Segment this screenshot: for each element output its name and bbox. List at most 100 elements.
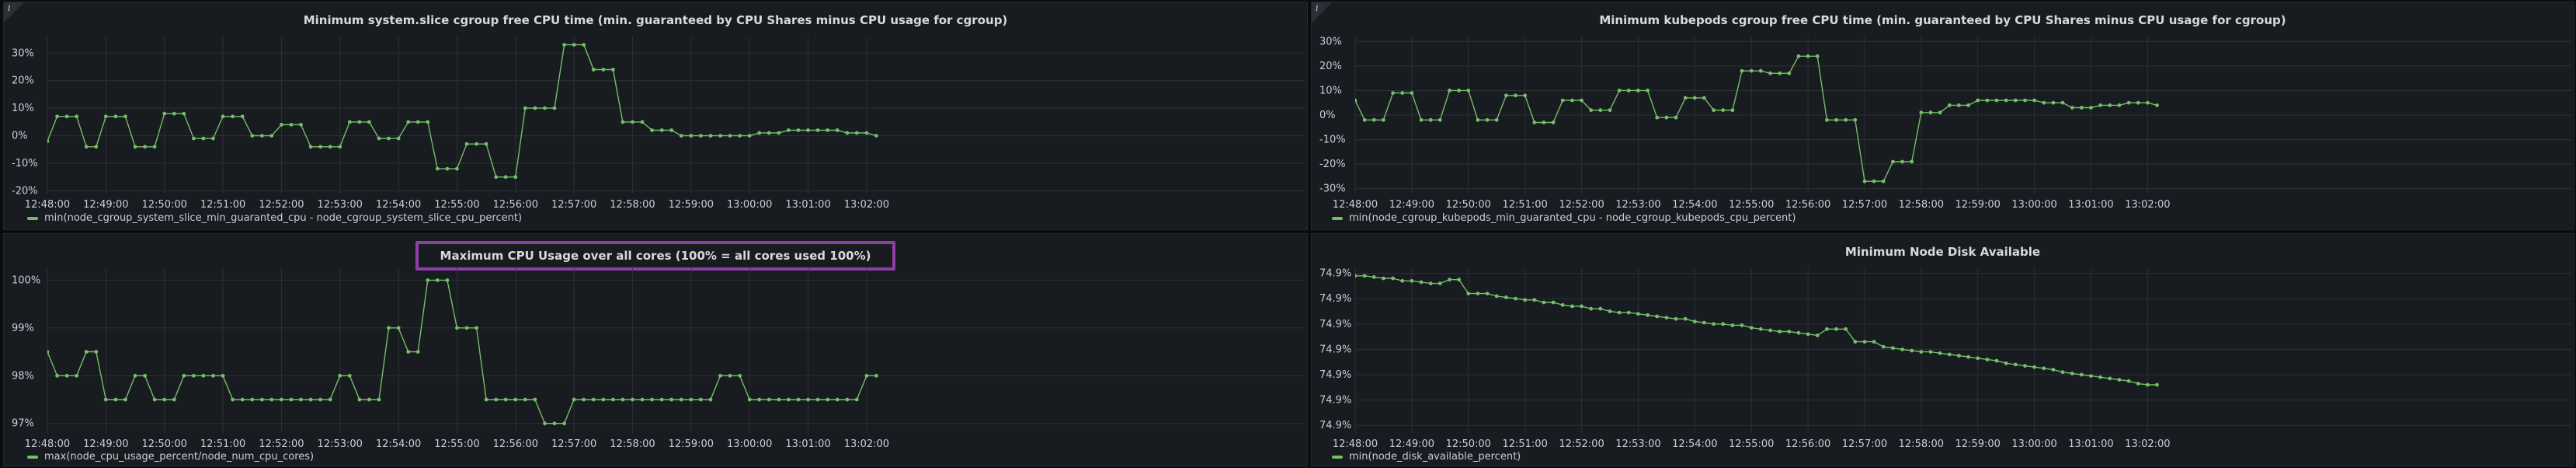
data-point xyxy=(1928,110,1933,115)
data-point xyxy=(299,123,303,127)
data-point xyxy=(659,397,664,402)
legend[interactable]: min(node_disk_available_percent) xyxy=(1332,451,1521,463)
x-tick-label: 12:57:00 xyxy=(1842,199,1887,211)
data-point xyxy=(1712,108,1716,113)
data-point xyxy=(1749,326,1754,330)
x-tick-label: 12:52:00 xyxy=(259,438,304,450)
y-tick-label: 97% xyxy=(12,418,34,430)
data-point xyxy=(1778,71,1782,75)
panel-max-cpu-usage[interactable]: Maximum CPU Usage over all cores (100% =… xyxy=(3,233,1308,466)
data-point xyxy=(357,397,362,402)
y-tick-label: 10% xyxy=(1319,85,1342,96)
data-point xyxy=(1692,96,1697,100)
data-point xyxy=(523,397,527,402)
data-point xyxy=(1382,117,1385,122)
data-point xyxy=(1542,120,1546,124)
data-point xyxy=(47,139,50,144)
data-point xyxy=(221,114,225,119)
data-point xyxy=(1362,274,1367,278)
data-point xyxy=(1740,68,1744,73)
data-point xyxy=(1787,71,1792,75)
data-point xyxy=(318,397,322,402)
data-point xyxy=(347,120,352,124)
data-point xyxy=(1646,89,1650,93)
legend[interactable]: max(node_cpu_usage_percent/node_num_cpu_… xyxy=(27,451,314,463)
data-point xyxy=(1391,276,1395,281)
data-point xyxy=(1570,98,1574,103)
data-point xyxy=(1551,300,1556,305)
x-tick-label: 12:57:00 xyxy=(1842,438,1887,450)
x-tick-label: 12:50:00 xyxy=(1446,438,1491,450)
data-point xyxy=(591,68,596,72)
data-point xyxy=(192,373,196,378)
data-point xyxy=(1419,117,1424,122)
y-tick-label: -20% xyxy=(12,185,38,197)
legend[interactable]: min(node_cgroup_system_slice_min_guarant… xyxy=(27,212,522,224)
data-point xyxy=(552,421,557,426)
data-point xyxy=(1355,98,1358,103)
legend[interactable]: min(node_cgroup_kubepods_min_guaranted_c… xyxy=(1332,212,1796,224)
data-point xyxy=(1617,89,1622,93)
data-point xyxy=(2126,100,2131,105)
data-point xyxy=(631,397,634,402)
data-point xyxy=(1928,350,1933,354)
data-point xyxy=(718,373,722,378)
x-tick-label: 12:48:00 xyxy=(25,438,70,450)
data-point xyxy=(1466,89,1471,93)
data-point xyxy=(172,111,176,116)
data-point xyxy=(757,131,762,135)
data-point xyxy=(1608,309,1612,313)
x-tick-label: 12:56:00 xyxy=(493,199,538,211)
y-tick-label: 74.9% xyxy=(1319,319,1351,330)
data-point xyxy=(1957,103,1961,107)
data-point xyxy=(1872,340,1876,344)
data-point xyxy=(699,397,703,402)
data-point xyxy=(1702,320,1706,325)
data-point xyxy=(1494,117,1499,122)
x-tick-label: 13:02:00 xyxy=(844,199,889,211)
data-point xyxy=(357,120,362,124)
chart-kubepods-cpu: -30% -20% -10% 0% 10% 20% 30% 12:48:00 12:49:00 1… xyxy=(1319,36,2572,211)
x-tick-label: 12:49:00 xyxy=(83,438,128,450)
data-point xyxy=(113,114,118,119)
data-point xyxy=(1825,327,1829,331)
x-tick-label: 12:55:00 xyxy=(1729,438,1774,450)
data-point xyxy=(669,397,674,402)
data-point xyxy=(347,373,352,378)
data-point xyxy=(2146,382,2150,387)
y-tick-label: 74.9% xyxy=(1319,369,1351,381)
x-tick-label: 12:48:00 xyxy=(25,199,70,211)
panel-system-slice-cpu[interactable]: i Minimum system.slice cgroup free CPU t… xyxy=(3,2,1308,230)
data-point xyxy=(708,134,713,138)
data-point xyxy=(2079,372,2084,377)
y-tick-label: 99% xyxy=(12,323,34,334)
data-point xyxy=(259,397,264,402)
data-point xyxy=(289,397,294,402)
data-point xyxy=(747,134,752,138)
data-point xyxy=(2108,376,2112,381)
data-point xyxy=(2004,361,2008,365)
data-point xyxy=(1910,348,1914,353)
data-point xyxy=(1514,296,1517,301)
x-tick-label: 12:53:00 xyxy=(318,438,363,450)
y-tick-label: 74.9% xyxy=(1319,344,1351,355)
data-point xyxy=(572,397,576,402)
panel-node-disk-available[interactable]: Minimum Node Disk Available 74.9% 74.9% 74… xyxy=(1311,233,2574,466)
data-point xyxy=(55,114,59,119)
data-point xyxy=(338,373,342,378)
data-point xyxy=(806,397,810,402)
data-point xyxy=(103,397,108,402)
data-point xyxy=(1523,298,1528,302)
panel-kubepods-cpu[interactable]: i Minimum kubepods cgroup free CPU time … xyxy=(1311,2,2574,230)
data-point xyxy=(1674,316,1678,321)
data-point xyxy=(1768,328,1772,333)
data-point xyxy=(377,136,381,141)
data-point xyxy=(143,373,148,378)
data-point xyxy=(679,397,683,402)
data-point xyxy=(1382,276,1385,281)
data-point xyxy=(1758,68,1763,73)
data-point xyxy=(133,373,137,378)
y-tick-label: 74.9% xyxy=(1319,293,1351,305)
x-tick-label: 12:57:00 xyxy=(551,438,596,450)
data-point xyxy=(415,350,420,354)
